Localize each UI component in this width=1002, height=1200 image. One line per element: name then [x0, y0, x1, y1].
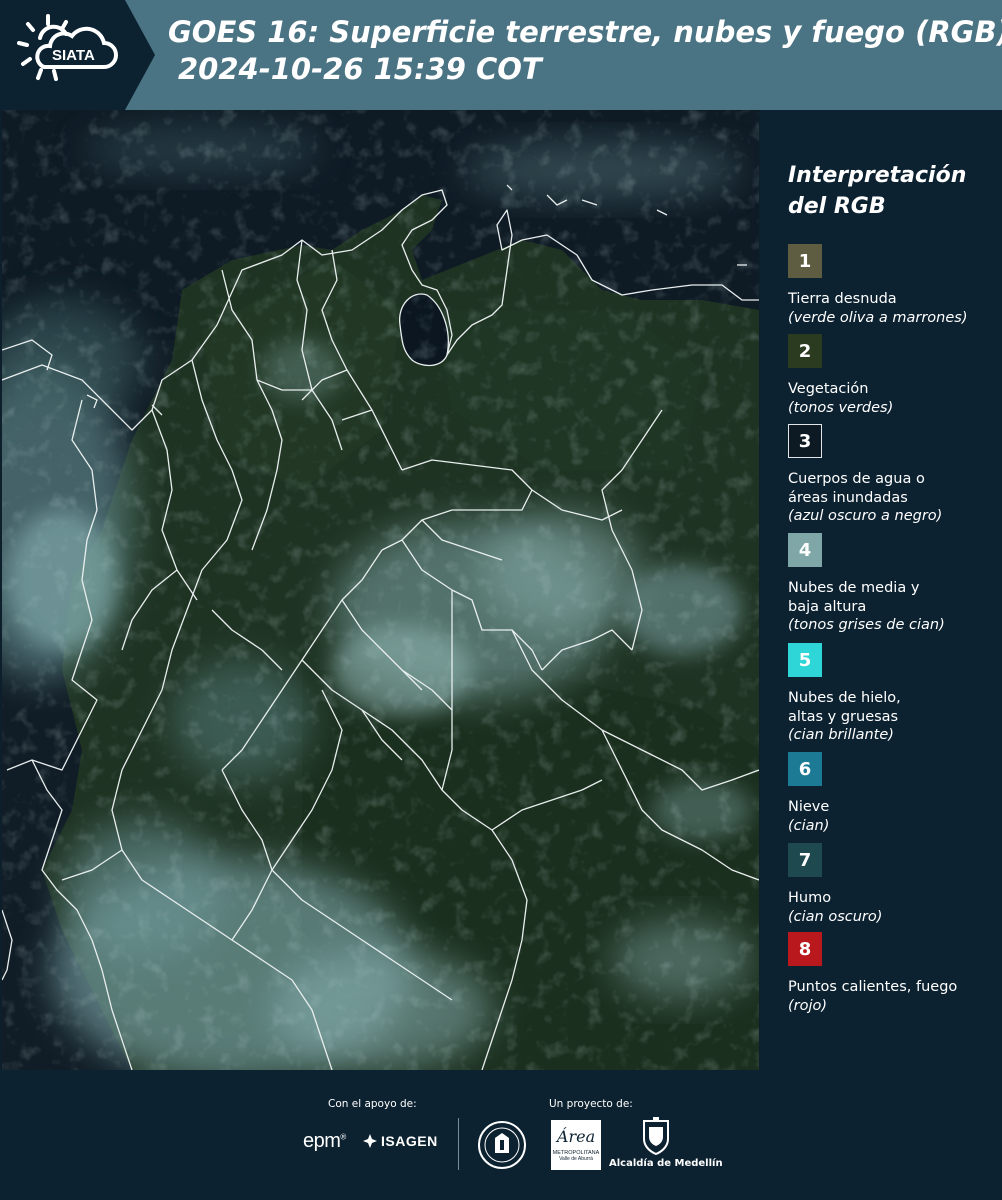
- legend-item-1: 1 Tierra desnuda (verde oliva a marrones…: [788, 244, 998, 327]
- legend-swatch-7: 7: [788, 843, 822, 877]
- page-title: GOES 16: Superficie terrestre, nubes y f…: [168, 14, 1002, 88]
- legend-label-1: Tierra desnuda: [788, 291, 897, 307]
- medellin-coat-of-arms-icon: [643, 1117, 669, 1155]
- legend-swatch-2: 2: [788, 334, 822, 368]
- satellite-map: [2, 110, 759, 1070]
- legend-swatch-1: 1: [788, 244, 822, 278]
- legend-item-7: 7 Humo (cian oscuro): [788, 843, 998, 926]
- legend-item-3: 3 Cuerpos de agua o áreas inundadas (azu…: [788, 424, 998, 526]
- support-label: Con el apoyo de:: [328, 1098, 417, 1110]
- isagen-mark-icon: [363, 1134, 377, 1148]
- legend-item-4: 4 Nubes de media y baja altura (tonos gr…: [788, 533, 998, 635]
- satellite-image: [2, 110, 759, 1070]
- legend-item-8: 8 Puntos calientes, fuego (rojo): [788, 932, 998, 1015]
- legend-swatch-3: 3: [788, 424, 822, 458]
- footer: Con el apoyo de: Un proyecto de: epm® IS…: [0, 1070, 1002, 1200]
- title-line-1: GOES 16: Superficie terrestre, nubes y f…: [168, 15, 1002, 49]
- legend-sub-6: (cian): [788, 817, 830, 834]
- legend-sub-5: (cian brillante): [788, 727, 894, 743]
- footer-divider: [458, 1118, 459, 1170]
- legend-sub-2: (tonos verdes): [788, 399, 894, 416]
- legend-swatch-6: 6: [788, 752, 822, 786]
- legend-swatch-4: 4: [788, 533, 822, 567]
- legend-swatch-8: 8: [788, 932, 822, 966]
- legend-label-5: Nubes de hielo, altas y gruesas: [788, 690, 901, 725]
- legend-sub-7: (cian oscuro): [788, 908, 883, 925]
- legend-sub-4: (tonos grises de cian): [788, 617, 945, 633]
- university-seal-icon: [478, 1121, 526, 1169]
- legend-label-8: Puntos calientes, fuego: [788, 979, 958, 995]
- isagen-logo: ISAGEN: [362, 1133, 438, 1149]
- siata-sun-cloud-icon: SIATA: [17, 14, 118, 81]
- project-label: Un proyecto de:: [549, 1098, 633, 1110]
- legend-label-2: Vegetación: [788, 381, 869, 397]
- area-metro-sub2: Valle de Aburrá: [559, 1156, 593, 1162]
- legend-sub-3: (azul oscuro a negro): [788, 508, 943, 524]
- epm-logo: epm®: [303, 1130, 346, 1152]
- legend-panel: Interpretación del RGB 1 Tierra desnuda …: [760, 110, 1002, 1070]
- legend-item-6: 6 Nieve (cian): [788, 752, 998, 835]
- legend-item-2: 2 Vegetación (tonos verdes): [788, 334, 998, 417]
- legend-label-7: Humo: [788, 890, 832, 906]
- header: SIATA GOES 16: Superficie terrestre, nub…: [0, 0, 1002, 110]
- isagen-logo-text: ISAGEN: [381, 1133, 438, 1149]
- legend-sub-1: (verde oliva a marrones): [788, 309, 968, 326]
- siata-logo-text: SIATA: [52, 47, 95, 64]
- area-metro-text: Área: [556, 1127, 596, 1146]
- legend-title: Interpretación del RGB: [788, 163, 967, 219]
- title-line-2: 2024-10-26 15:39 COT: [178, 52, 542, 86]
- legend-item-5: 5 Nubes de hielo, altas y gruesas (cian …: [788, 643, 998, 745]
- legend-label-4: Nubes de media y baja altura: [788, 580, 920, 615]
- legend-swatch-5: 5: [788, 643, 822, 677]
- legend-label-3: Cuerpos de agua o áreas inundadas: [788, 471, 925, 506]
- siata-logo: SIATA: [0, 0, 155, 110]
- epm-logo-text: epm: [303, 1130, 341, 1152]
- legend-sub-8: (rojo): [788, 997, 828, 1014]
- alcaldia-label: Alcaldía de Medellín: [609, 1158, 723, 1169]
- legend-label-6: Nieve: [788, 799, 830, 815]
- area-metropolitana-logo: Área METROPOLITANA Valle de Aburrá: [551, 1120, 601, 1170]
